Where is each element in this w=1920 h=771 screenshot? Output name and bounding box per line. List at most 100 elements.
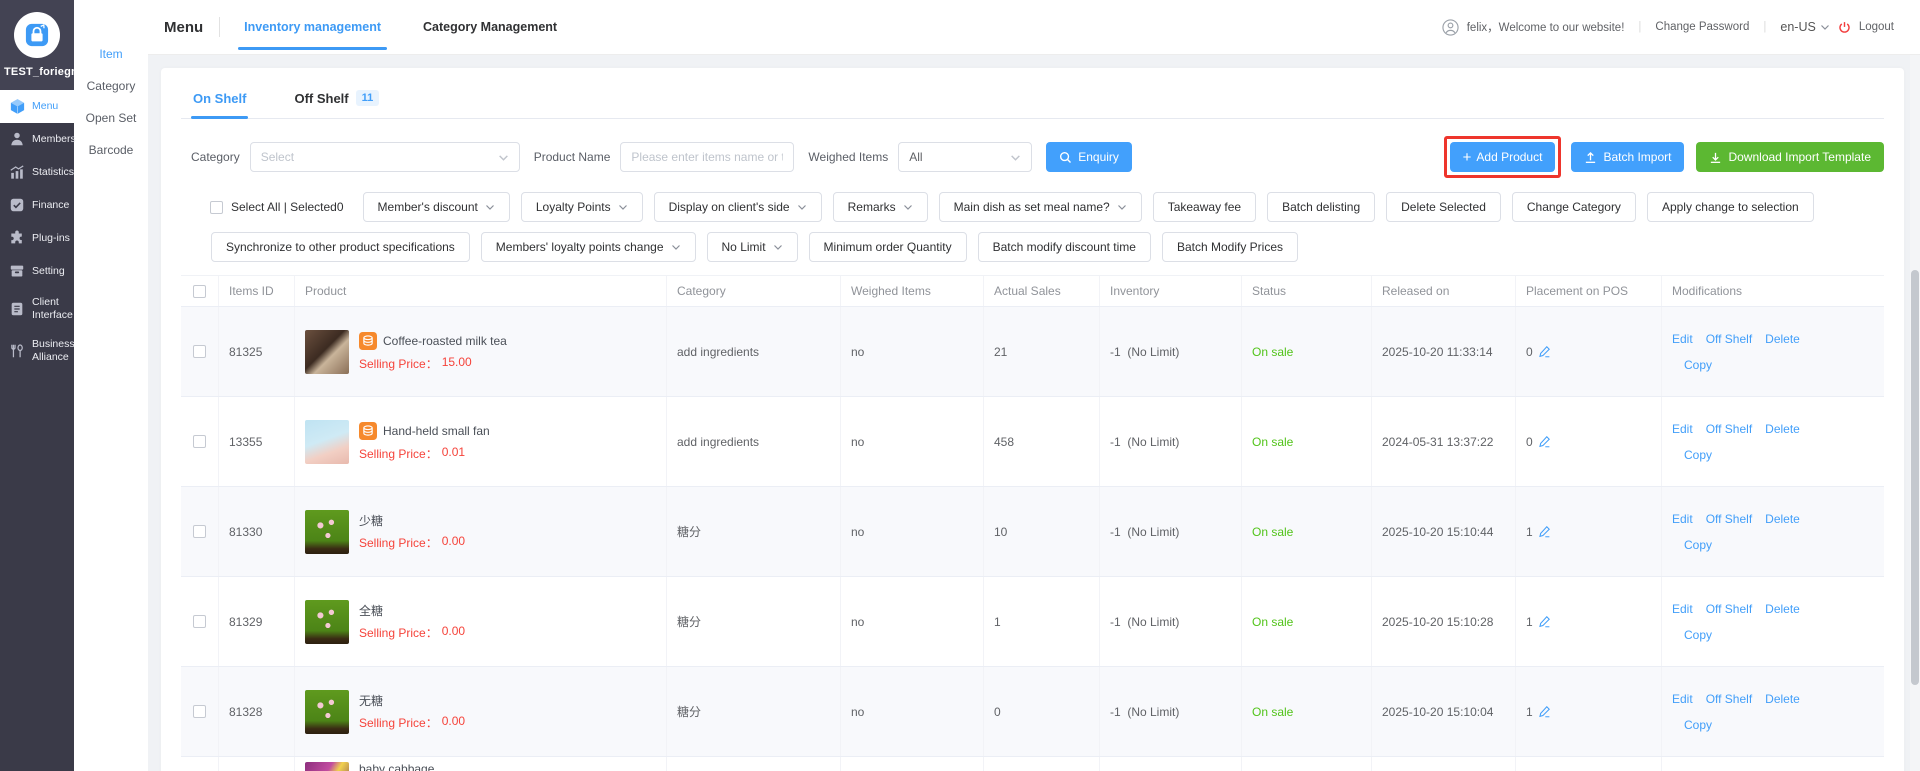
sidebar-item-members[interactable]: Members <box>0 123 74 156</box>
table-row: 81328无糖Selling Price：0.00糖分no0-1 (No Lim… <box>181 667 1884 757</box>
edit-pencil-icon[interactable] <box>1538 615 1551 628</box>
batch-takeaway-fee-button[interactable]: Takeaway fee <box>1153 192 1256 222</box>
status-cell: On sale <box>1242 667 1372 756</box>
batch-main-dish-as-set-meal-name-button[interactable]: Main dish as set meal name? <box>939 192 1142 222</box>
sidebar-item-setting[interactable]: Setting <box>0 255 74 288</box>
copy-link[interactable]: Copy <box>1684 718 1712 732</box>
batch-no-limit-button[interactable]: No Limit <box>707 232 798 262</box>
edit-link[interactable]: Edit <box>1672 692 1693 706</box>
weighed-items-select[interactable]: All <box>898 142 1032 172</box>
edit-pencil-icon[interactable] <box>1538 435 1551 448</box>
subnav-item-barcode[interactable]: Barcode <box>74 134 148 166</box>
tab-off-shelf[interactable]: Off Shelf 11 <box>292 84 381 118</box>
batch-batch-modify-discount-time-button[interactable]: Batch modify discount time <box>978 232 1151 262</box>
placement-on-pos-cell: 0 <box>1516 397 1662 486</box>
delete-link[interactable]: Delete <box>1765 512 1800 526</box>
batch-minimum-order-quantity-button[interactable]: Minimum order Quantity <box>809 232 967 262</box>
subnav-item-item[interactable]: Item <box>74 38 148 70</box>
row-checkbox[interactable] <box>193 705 206 718</box>
sidebar-item-statistics[interactable]: Statistics <box>0 156 74 189</box>
status-cell: On sale <box>1242 307 1372 396</box>
batch-import-button[interactable]: Batch Import <box>1571 142 1684 172</box>
tab-on-shelf[interactable]: On Shelf <box>191 85 248 118</box>
edit-link[interactable]: Edit <box>1672 602 1693 616</box>
subnav-item-open-set[interactable]: Open Set <box>74 102 148 134</box>
sidebar-item-finance[interactable]: Finance <box>0 189 74 222</box>
scrollbar-thumb[interactable] <box>1911 270 1919 685</box>
client-icon <box>9 301 26 318</box>
inventory-cell: -1 (No Limit) <box>1100 667 1242 756</box>
sidebar-item-business-alliance[interactable]: Business Alliance <box>0 330 74 372</box>
tab-category-management[interactable]: Category Management <box>417 0 563 54</box>
button-label: Members' loyalty points change <box>496 240 664 254</box>
delete-link[interactable]: Delete <box>1765 332 1800 346</box>
change-password-link[interactable]: Change Password <box>1655 21 1749 33</box>
off-shelf-link[interactable]: Off Shelf <box>1706 512 1752 526</box>
released-on-cell: 2025-10-20 15:10:44 <box>1372 487 1516 576</box>
batch-member-s-discount-button[interactable]: Member's discount <box>363 192 510 222</box>
locale-selector[interactable]: en-US <box>1780 20 1829 34</box>
header-checkbox[interactable] <box>193 285 206 298</box>
category-cell: 糖分 <box>667 667 841 756</box>
batch-remarks-button[interactable]: Remarks <box>833 192 928 222</box>
batch-batch-modify-prices-button[interactable]: Batch Modify Prices <box>1162 232 1298 262</box>
delete-link[interactable]: Delete <box>1765 602 1800 616</box>
column-header-modifications: Modifications <box>1662 276 1884 306</box>
sidebar-item-menu[interactable]: Menu <box>0 90 74 123</box>
logout-link[interactable]: Logout <box>1859 21 1894 33</box>
product-name-input[interactable]: Please enter items name or the <box>620 142 794 172</box>
items-id-cell: 13355 <box>219 397 295 486</box>
column-header-actual-sales: Actual Sales <box>984 276 1100 306</box>
menu-icon <box>9 98 26 115</box>
row-checkbox[interactable] <box>193 615 206 628</box>
edit-pencil-icon[interactable] <box>1538 525 1551 538</box>
batch-members-loyalty-points-change-button[interactable]: Members' loyalty points change <box>481 232 696 262</box>
pos-placement-value: 1 <box>1526 525 1533 539</box>
batch-apply-change-to-selection-button[interactable]: Apply change to selection <box>1647 192 1814 222</box>
edit-pencil-icon <box>1538 705 1551 718</box>
off-shelf-link[interactable]: Off Shelf <box>1706 422 1752 436</box>
select-all-checkbox[interactable] <box>210 201 223 214</box>
off-shelf-link[interactable]: Off Shelf <box>1706 332 1752 346</box>
delete-link[interactable]: Delete <box>1765 422 1800 436</box>
copy-link[interactable]: Copy <box>1684 358 1712 372</box>
enquiry-button[interactable]: Enquiry <box>1046 142 1132 172</box>
category-select[interactable]: Select <box>250 142 520 172</box>
edit-pencil-icon[interactable] <box>1538 705 1551 718</box>
pos-placement-value: 1 <box>1526 615 1533 629</box>
copy-link[interactable]: Copy <box>1684 448 1712 462</box>
batch-change-category-button[interactable]: Change Category <box>1512 192 1636 222</box>
download-import-template-button[interactable]: Download Import Template <box>1696 142 1884 172</box>
off-shelf-link[interactable]: Off Shelf <box>1706 692 1752 706</box>
chevron-down-icon <box>903 202 913 212</box>
edit-link[interactable]: Edit <box>1672 332 1693 346</box>
batch-loyalty-points-button[interactable]: Loyalty Points <box>521 192 643 222</box>
add-product-button[interactable]: + Add Product <box>1450 142 1556 172</box>
delete-link[interactable]: Delete <box>1765 692 1800 706</box>
workspace-name: TEST_foriegn <box>4 66 70 78</box>
sidebar-item-plug-ins[interactable]: Plug-ins <box>0 222 74 255</box>
copy-link[interactable]: Copy <box>1684 538 1712 552</box>
edit-pencil-icon[interactable] <box>1538 345 1551 358</box>
batch-display-on-client-s-side-button[interactable]: Display on client's side <box>654 192 822 222</box>
row-checkbox[interactable] <box>193 525 206 538</box>
button-label: Batch Modify Prices <box>1177 240 1283 254</box>
scrollbar-track[interactable] <box>1910 55 1920 771</box>
edit-link[interactable]: Edit <box>1672 512 1693 526</box>
off-shelf-link[interactable]: Off Shelf <box>1706 602 1752 616</box>
row-checkbox[interactable] <box>193 345 206 358</box>
app-logo-icon <box>14 12 60 58</box>
tab-inventory-management[interactable]: Inventory management <box>238 0 387 54</box>
edit-link[interactable]: Edit <box>1672 422 1693 436</box>
chevron-down-icon <box>618 202 628 212</box>
product-image <box>305 690 349 734</box>
row-checkbox[interactable] <box>193 435 206 448</box>
batch-synchronize-to-other-product-specifications-button[interactable]: Synchronize to other product specificati… <box>211 232 470 262</box>
product-cell: Coffee-roasted milk teaSelling Price：15.… <box>295 307 667 396</box>
table-row: 81329全糖Selling Price：0.00糖分no1-1 (No Lim… <box>181 577 1884 667</box>
batch-batch-delisting-button[interactable]: Batch delisting <box>1267 192 1375 222</box>
subnav-item-category[interactable]: Category <box>74 70 148 102</box>
batch-delete-selected-button[interactable]: Delete Selected <box>1386 192 1501 222</box>
copy-link[interactable]: Copy <box>1684 628 1712 642</box>
sidebar-item-client-interface[interactable]: Client Interface <box>0 288 74 330</box>
